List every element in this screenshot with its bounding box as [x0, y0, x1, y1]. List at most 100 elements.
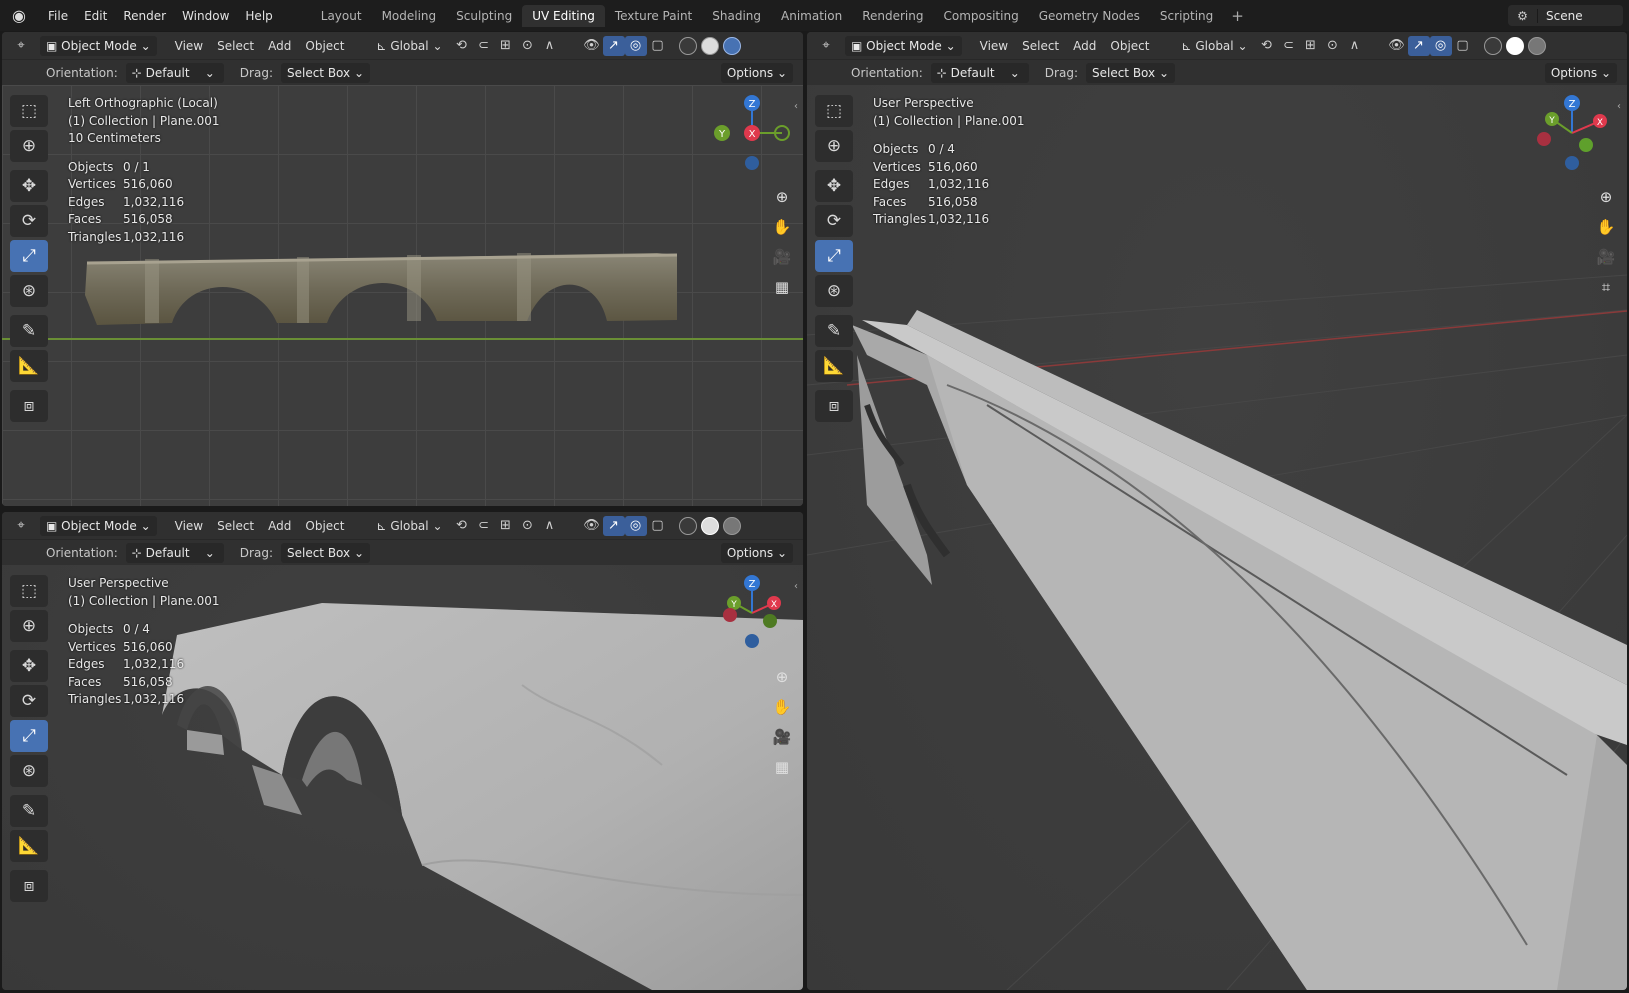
mode-dropdown[interactable]: ▣ Object Mode ⌄ — [40, 515, 157, 536]
bridge-model-ortho[interactable] — [77, 245, 677, 325]
menu-view[interactable]: View — [169, 36, 209, 56]
tab-rendering[interactable]: Rendering — [852, 5, 933, 27]
visibility-icon[interactable]: 👁 — [581, 516, 603, 536]
navigation-gizmo[interactable]: Z Y X — [712, 93, 792, 173]
tab-layout[interactable]: Layout — [311, 5, 372, 27]
sidebar-toggle-icon[interactable]: ‹ — [1617, 101, 1621, 112]
move-tool-icon[interactable]: ✥ — [10, 650, 48, 682]
tab-shading[interactable]: Shading — [702, 5, 771, 27]
menu-select[interactable]: Select — [211, 36, 260, 56]
rotate-tool-icon[interactable]: ⟳ — [10, 685, 48, 717]
ortho-toggle-icon[interactable]: ▦ — [768, 753, 796, 781]
add-cube-tool-icon[interactable]: ⧈ — [10, 870, 48, 902]
annotate-tool-icon[interactable]: ✎ — [10, 315, 48, 347]
viewport-canvas[interactable]: ⬚ ⊕ ✥ ⟳ ⤢ ⊛ ✎ 📐 ⧈ User Perspective (1) C… — [2, 565, 803, 990]
menu-select[interactable]: Select — [211, 516, 260, 536]
select-box-tool-icon[interactable]: ⬚ — [10, 575, 48, 607]
menu-add[interactable]: Add — [1067, 36, 1102, 56]
falloff-icon[interactable]: ∧ — [539, 36, 561, 56]
snap-icon[interactable]: ⊂ — [473, 36, 495, 56]
tab-geometry-nodes[interactable]: Geometry Nodes — [1029, 5, 1150, 27]
move-tool-icon[interactable]: ✥ — [10, 170, 48, 202]
add-workspace-icon[interactable]: + — [1223, 7, 1252, 25]
tab-sculpting[interactable]: Sculpting — [446, 5, 522, 27]
viewport-canvas[interactable]: ⬚ ⊕ ✥ ⟳ ⤢ ⊛ ✎ 📐 ⧈ User Perspective (1) C… — [807, 85, 1627, 990]
material-shading-icon[interactable] — [1527, 36, 1546, 55]
options-dropdown[interactable]: Options ⌄ — [1544, 62, 1617, 83]
cursor-tool-icon[interactable]: ⊕ — [815, 130, 853, 162]
measure-tool-icon[interactable]: 📐 — [815, 350, 853, 382]
annotate-tool-icon[interactable]: ✎ — [10, 795, 48, 827]
menu-view[interactable]: View — [974, 36, 1014, 56]
menu-object[interactable]: Object — [1104, 36, 1155, 56]
menu-object[interactable]: Object — [299, 516, 350, 536]
menu-add[interactable]: Add — [262, 36, 297, 56]
xray-icon[interactable]: ▢ — [647, 516, 669, 536]
pivot-icon[interactable]: ⟲ — [451, 36, 473, 56]
solid-shading-icon[interactable] — [700, 36, 719, 55]
material-shading-icon[interactable] — [722, 36, 741, 55]
drag-dropdown[interactable]: Select Box ⌄ — [280, 62, 370, 83]
snap-icon[interactable]: ⊂ — [473, 516, 495, 536]
tab-compositing[interactable]: Compositing — [933, 5, 1028, 27]
mode-dropdown[interactable]: ▣ Object Mode ⌄ — [845, 35, 962, 56]
measure-tool-icon[interactable]: 📐 — [10, 350, 48, 382]
proportional-icon[interactable]: ⊙ — [517, 36, 539, 56]
editor-type-icon[interactable]: ⌖ — [815, 36, 837, 56]
solid-shading-icon[interactable] — [1505, 36, 1524, 55]
editor-type-icon[interactable]: ⌖ — [10, 36, 32, 56]
sidebar-toggle-icon[interactable]: ‹ — [794, 101, 798, 112]
proportional-icon[interactable]: ⊙ — [1322, 36, 1344, 56]
zoom-icon[interactable]: ⊕ — [768, 663, 796, 691]
xray-icon[interactable]: ▢ — [1452, 36, 1474, 56]
navigation-gizmo[interactable]: Z X Y — [1532, 93, 1612, 173]
orientation-dropdown[interactable]: ⊹ Default ⌄ — [125, 62, 224, 83]
menu-object[interactable]: Object — [299, 36, 350, 56]
orientation-dropdown[interactable]: ⊹ Default ⌄ — [930, 62, 1029, 83]
sidebar-toggle-icon[interactable]: ‹ — [794, 581, 798, 592]
snap-target-icon[interactable]: ⊞ — [495, 516, 517, 536]
drag-dropdown[interactable]: Select Box ⌄ — [1085, 62, 1175, 83]
transform-orientation-dropdown[interactable]: ⊾ Global ⌄ — [370, 516, 448, 536]
camera-view-icon[interactable]: 🎥 — [1592, 243, 1620, 271]
viewport-canvas[interactable]: ⬚ ⊕ ✥ ⟳ ⤢ ⊛ ✎ 📐 ⧈ Left Orthographic (Loc… — [2, 85, 803, 506]
orientation-dropdown[interactable]: ⊹ Default ⌄ — [125, 542, 224, 563]
menu-add[interactable]: Add — [262, 516, 297, 536]
menu-edit[interactable]: Edit — [76, 6, 115, 26]
falloff-icon[interactable]: ∧ — [1344, 36, 1366, 56]
gizmo-toggle-icon[interactable]: ↗ — [602, 515, 625, 536]
rotate-tool-icon[interactable]: ⟳ — [10, 205, 48, 237]
perspective-toggle-icon[interactable]: ⌗ — [1592, 273, 1620, 301]
snap-target-icon[interactable]: ⊞ — [495, 36, 517, 56]
transform-tool-icon[interactable]: ⊛ — [10, 755, 48, 787]
pan-hand-icon[interactable]: ✋ — [1592, 213, 1620, 241]
cursor-tool-icon[interactable]: ⊕ — [10, 130, 48, 162]
tab-scripting[interactable]: Scripting — [1150, 5, 1223, 27]
options-dropdown[interactable]: Options ⌄ — [720, 542, 793, 563]
menu-view[interactable]: View — [169, 516, 209, 536]
select-box-tool-icon[interactable]: ⬚ — [815, 95, 853, 127]
tab-texture-paint[interactable]: Texture Paint — [605, 5, 702, 27]
select-box-tool-icon[interactable]: ⬚ — [10, 95, 48, 127]
solid-shading-icon[interactable] — [700, 516, 719, 535]
add-cube-tool-icon[interactable]: ⧈ — [10, 390, 48, 422]
cursor-tool-icon[interactable]: ⊕ — [10, 610, 48, 642]
editor-type-icon[interactable]: ⌖ — [10, 516, 32, 536]
visibility-icon[interactable]: 👁 — [581, 36, 603, 56]
xray-icon[interactable]: ▢ — [647, 36, 669, 56]
overlay-toggle-icon[interactable]: ◎ — [1429, 35, 1452, 56]
scale-tool-icon[interactable]: ⤢ — [10, 720, 48, 752]
pivot-icon[interactable]: ⟲ — [451, 516, 473, 536]
transform-orientation-dropdown[interactable]: ⊾ Global ⌄ — [370, 36, 448, 56]
options-dropdown[interactable]: Options ⌄ — [720, 62, 793, 83]
material-shading-icon[interactable] — [722, 516, 741, 535]
camera-view-icon[interactable]: 🎥 — [768, 243, 796, 271]
rotate-tool-icon[interactable]: ⟳ — [815, 205, 853, 237]
pivot-icon[interactable]: ⟲ — [1256, 36, 1278, 56]
transform-tool-icon[interactable]: ⊛ — [815, 275, 853, 307]
scale-tool-icon[interactable]: ⤢ — [815, 240, 853, 272]
camera-view-icon[interactable]: 🎥 — [768, 723, 796, 751]
gizmo-toggle-icon[interactable]: ↗ — [1407, 35, 1430, 56]
wireframe-shading-icon[interactable] — [1483, 36, 1502, 55]
pan-hand-icon[interactable]: ✋ — [768, 213, 796, 241]
